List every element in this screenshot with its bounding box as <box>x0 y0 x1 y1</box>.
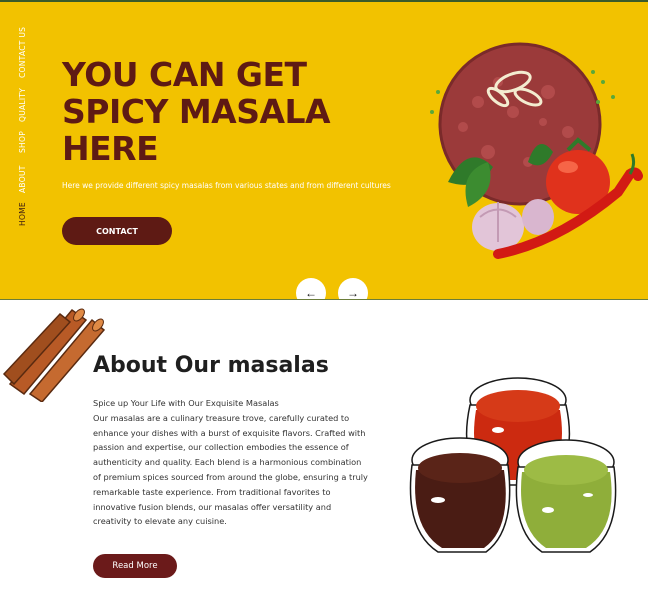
masala-jars-image <box>409 377 617 553</box>
prev-arrow-button[interactable]: ← <box>296 278 326 299</box>
cinnamon-sticks-image <box>2 308 106 402</box>
hero-subtitle: Here we provide different spicy masalas … <box>62 181 391 190</box>
hero-title: YOU CAN GET SPICY MASALA HERE <box>62 55 331 168</box>
nav-item-home[interactable]: HOME <box>18 202 38 226</box>
hero-section: HOME ABOUT SHOP QUALITY CONTACT US YOU C… <box>0 0 648 300</box>
side-nav: HOME ABOUT SHOP QUALITY CONTACT US <box>18 24 38 234</box>
about-tagline: Spice up Your Life with Our Exquisite Ma… <box>93 398 279 408</box>
masala-plate-image <box>430 42 643 259</box>
read-more-button[interactable]: Read More <box>93 554 177 578</box>
about-description: Our masalas are a culinary treasure trov… <box>93 412 368 527</box>
about-title: About Our masalas <box>93 353 329 378</box>
contact-button[interactable]: CONTACT <box>62 217 172 245</box>
nav-item-contact-us[interactable]: CONTACT US <box>18 24 38 80</box>
nav-item-shop[interactable]: SHOP <box>18 128 38 156</box>
nav-item-about[interactable]: ABOUT <box>18 164 38 194</box>
next-arrow-button[interactable]: → <box>338 278 368 299</box>
about-body: Spice up Your Life with Our Exquisite Ma… <box>93 396 371 529</box>
nav-item-quality[interactable]: QUALITY <box>18 88 38 122</box>
